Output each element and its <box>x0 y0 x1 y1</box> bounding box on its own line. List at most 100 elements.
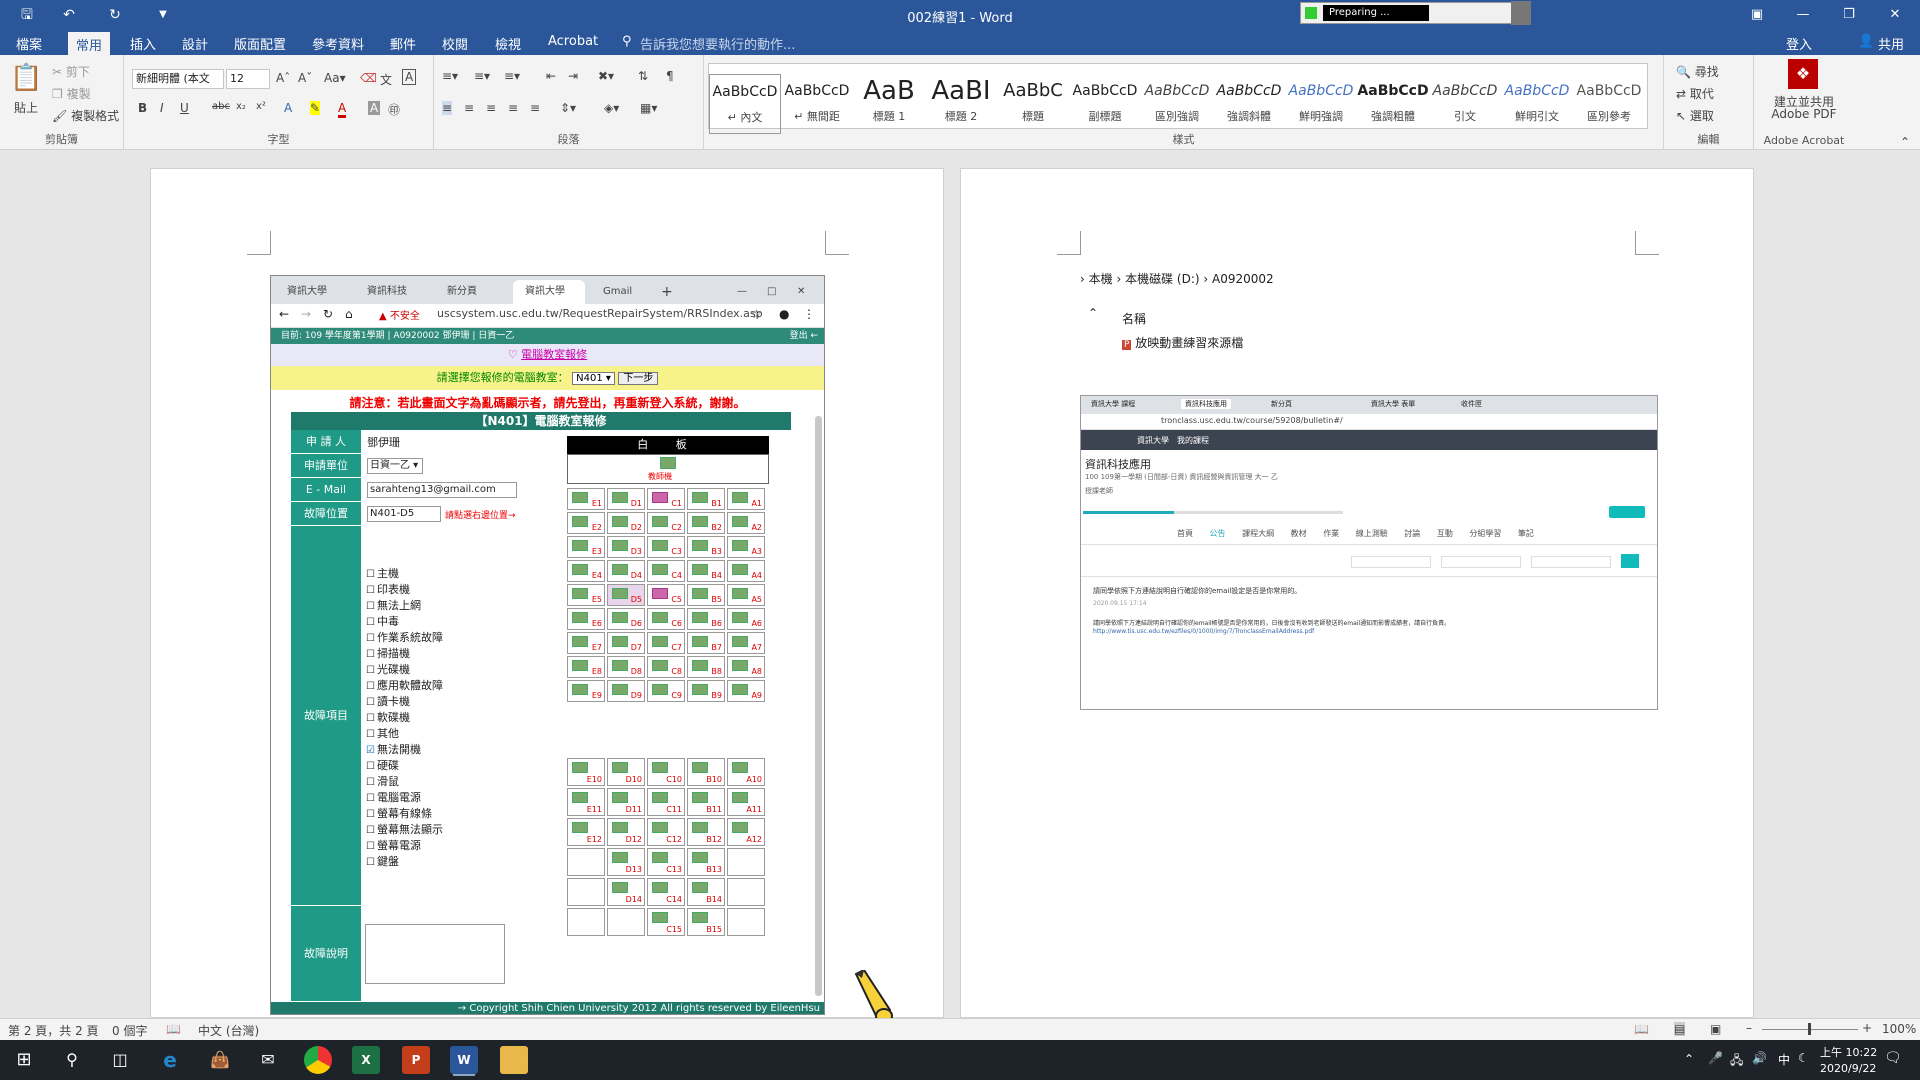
tray-chevron-icon[interactable]: ⌃ <box>1684 1052 1694 1066</box>
chrome-icon[interactable] <box>304 1046 332 1074</box>
zoom-slider[interactable] <box>1762 1023 1858 1035</box>
tab-file[interactable]: 檔案 <box>16 34 42 53</box>
restore-button[interactable]: ❐ <box>1834 4 1864 26</box>
char-border-icon[interactable]: A <box>402 69 417 85</box>
italic-icon[interactable]: I <box>160 101 164 115</box>
superscript-icon[interactable]: x² <box>256 101 266 112</box>
file-explorer-icon[interactable] <box>500 1046 528 1074</box>
signin-link[interactable]: 登入 <box>1786 34 1812 53</box>
paste-button[interactable]: 貼上 <box>14 99 38 116</box>
increase-indent-icon[interactable]: ⇥ <box>568 69 578 83</box>
tab-acrobat[interactable]: Acrobat <box>548 34 598 49</box>
ribbon-display-icon[interactable]: ▣ <box>1742 4 1772 26</box>
word-count[interactable]: 0 個字 <box>112 1022 147 1039</box>
tab-mailings[interactable]: 郵件 <box>390 34 416 53</box>
powerpoint-icon[interactable]: P <box>402 1046 430 1074</box>
font-name-box[interactable]: 新細明體 (本文 <box>132 69 224 89</box>
line-spacing-icon[interactable]: ⇕▾ <box>560 101 576 115</box>
zoom-level[interactable]: 100% <box>1882 1022 1916 1036</box>
asian-layout-icon[interactable]: ✖▾ <box>598 69 614 83</box>
language[interactable]: 中文 (台灣) <box>198 1022 259 1039</box>
sort-icon[interactable]: ⇅ <box>638 69 648 83</box>
ime-mode-icon[interactable]: ☾ <box>1798 1051 1809 1065</box>
cut-button[interactable]: ✂ 剪下 <box>52 63 90 80</box>
search-icon[interactable]: ⚲ <box>58 1046 86 1074</box>
align-left-icon[interactable]: ≡ <box>442 101 453 115</box>
distributed-icon[interactable]: ≡ <box>530 101 540 115</box>
justify-icon[interactable]: ≡ <box>508 101 518 115</box>
multilevel-icon[interactable]: ≡▾ <box>504 69 520 83</box>
numbering-icon[interactable]: ≡▾ <box>474 69 490 83</box>
tab-references[interactable]: 參考資料 <box>312 34 364 53</box>
enclose-char-icon[interactable]: ㊞ <box>388 101 400 118</box>
zoom-in-icon[interactable]: + <box>1862 1021 1872 1035</box>
volume-icon[interactable]: 🔊 <box>1752 1051 1767 1065</box>
style-item[interactable]: AaBbCcD ↵ 無間距 <box>781 74 853 134</box>
network-icon[interactable]: 🖧 <box>1730 1051 1743 1072</box>
align-center-icon[interactable]: ≡ <box>464 101 474 115</box>
tab-home[interactable]: 常用 <box>68 32 111 55</box>
font-size-box[interactable]: 12 <box>226 69 270 89</box>
style-item[interactable]: AaBbCcD 副標題 <box>1069 74 1141 134</box>
style-item[interactable]: AaBbCcD 區別參考 <box>1573 74 1645 134</box>
style-item[interactable]: AaBbCcD 強調粗體 <box>1357 74 1429 134</box>
tell-me-box[interactable]: 告訴我您想要執行的動作... <box>640 34 795 53</box>
shading-icon[interactable]: ◈▾ <box>604 101 619 115</box>
format-painter-button[interactable]: 🖌 複製格式 <box>52 107 119 124</box>
tab-view[interactable]: 檢視 <box>495 34 521 53</box>
style-item[interactable]: AaBbC 標題 <box>997 74 1069 134</box>
minimize-button[interactable]: — <box>1788 4 1818 26</box>
web-layout-icon[interactable]: ▣ <box>1710 1022 1721 1036</box>
tab-insert[interactable]: 插入 <box>130 34 156 53</box>
copy-button[interactable]: ❐ 複製 <box>52 85 91 102</box>
bold-icon[interactable]: B <box>138 101 147 115</box>
adobe-pdf-icon[interactable]: ❖ <box>1788 59 1818 89</box>
subscript-icon[interactable]: x₂ <box>236 101 246 112</box>
grow-font-icon[interactable]: Aˆ <box>276 71 290 85</box>
close-button[interactable]: ✕ <box>1880 4 1910 26</box>
edge-icon[interactable]: e <box>156 1046 184 1074</box>
notifications-icon[interactable]: 🗨 <box>1884 1050 1902 1066</box>
style-item[interactable]: AaBbCcD 區別強調 <box>1141 74 1213 134</box>
highlight-icon[interactable]: ✎ <box>310 101 321 115</box>
clock-date[interactable]: 2020/9/22 <box>1820 1062 1876 1075</box>
word-icon[interactable]: W <box>450 1046 478 1074</box>
page-count[interactable]: 第 2 頁，共 2 頁 <box>8 1022 99 1039</box>
change-case-icon[interactable]: Aa▾ <box>324 71 346 85</box>
store-icon[interactable]: 👜 <box>206 1046 234 1074</box>
align-right-icon[interactable]: ≡ <box>486 101 496 115</box>
bullets-icon[interactable]: ≡▾ <box>442 69 458 83</box>
show-marks-icon[interactable]: ¶ <box>666 69 674 83</box>
font-color-icon[interactable]: A <box>338 101 347 118</box>
print-layout-icon[interactable]: ▤ <box>1674 1022 1686 1036</box>
proofing-icon[interactable]: 📖 <box>166 1022 181 1036</box>
collapse-ribbon-icon[interactable]: ⌃ <box>1900 135 1910 149</box>
ime-indicator[interactable]: 中 <box>1778 1051 1790 1068</box>
clock-time[interactable]: 上午 10:22 <box>1820 1044 1877 1060</box>
decrease-indent-icon[interactable]: ⇤ <box>546 69 556 83</box>
tab-review[interactable]: 校閱 <box>442 34 468 53</box>
clear-format-icon[interactable]: ⌫ <box>360 71 377 85</box>
share-button[interactable]: 共用 <box>1878 34 1904 53</box>
strikethrough-icon[interactable]: abc <box>212 101 230 112</box>
mail-icon[interactable]: ✉ <box>254 1046 282 1074</box>
excel-icon[interactable]: X <box>352 1046 380 1074</box>
tab-design[interactable]: 設計 <box>182 34 208 53</box>
replace-button[interactable]: ⇄ 取代 <box>1676 85 1714 102</box>
style-item[interactable]: AaBbCcD ↵ 內文 <box>709 74 781 134</box>
style-item[interactable]: AaB 標題 1 <box>853 74 925 134</box>
text-effects-icon[interactable]: A <box>284 101 292 115</box>
style-item[interactable]: AaBbCcD 鮮明強調 <box>1285 74 1357 134</box>
style-item[interactable]: AaBbCcD 引文 <box>1429 74 1501 134</box>
style-item[interactable]: AaBbCcD 鮮明引文 <box>1501 74 1573 134</box>
style-item[interactable]: AaBI 標題 2 <box>925 74 997 134</box>
find-button[interactable]: 🔍 尋找 <box>1676 63 1719 80</box>
select-button[interactable]: ↖ 選取 <box>1676 107 1714 124</box>
tab-layout[interactable]: 版面配置 <box>234 34 286 53</box>
shrink-font-icon[interactable]: Aˇ <box>298 71 312 85</box>
adobe-pdf-label[interactable]: Adobe PDF <box>1764 107 1844 121</box>
start-icon[interactable]: ⊞ <box>10 1046 38 1074</box>
task-view-icon[interactable]: ◫ <box>106 1046 134 1074</box>
underline-icon[interactable]: U <box>180 101 189 115</box>
char-shading-icon[interactable]: A <box>368 101 381 115</box>
